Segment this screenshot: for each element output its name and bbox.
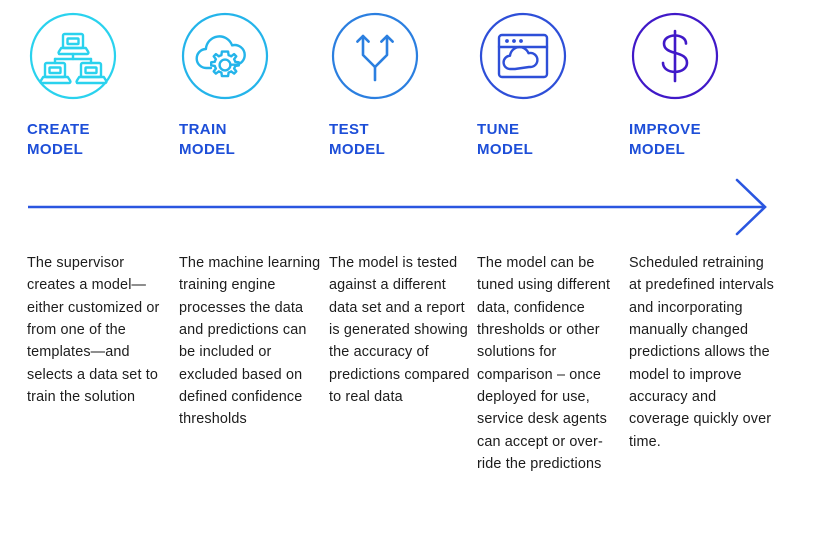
split-path-arrows-icon: [329, 10, 421, 102]
step-description-test-model: The model is tested against a different …: [329, 255, 470, 405]
step-title-train-model: TRAIN MODEL: [179, 121, 236, 158]
step-description-tune-model: The model can be tuned using different d…: [477, 255, 611, 472]
step-title-tune-model: TUNE MODEL: [477, 121, 534, 158]
step-title-create-model: CREATE MODEL: [27, 121, 90, 158]
step-title-test-model: TEST MODEL: [329, 121, 386, 158]
step-description-train-model: The machine learning training engine pro…: [179, 255, 321, 428]
browser-window-with-cloud-icon: [477, 10, 569, 102]
cloud-with-gear-icon: [179, 10, 271, 102]
step-description-improve-model: Scheduled retraining at predefined inter…: [629, 255, 774, 450]
process-flow-arrow: [0, 176, 825, 242]
step-description-create-model: The supervisor creates a model—either cu…: [27, 255, 160, 405]
step-title-improve-model: IMPROVE MODEL: [629, 121, 701, 158]
dollar-sign-icon: [629, 10, 721, 102]
process-flow-diagram: CREATE MODEL The supervisor creates a mo…: [0, 0, 825, 544]
three-connected-computers-icon: [27, 10, 119, 102]
